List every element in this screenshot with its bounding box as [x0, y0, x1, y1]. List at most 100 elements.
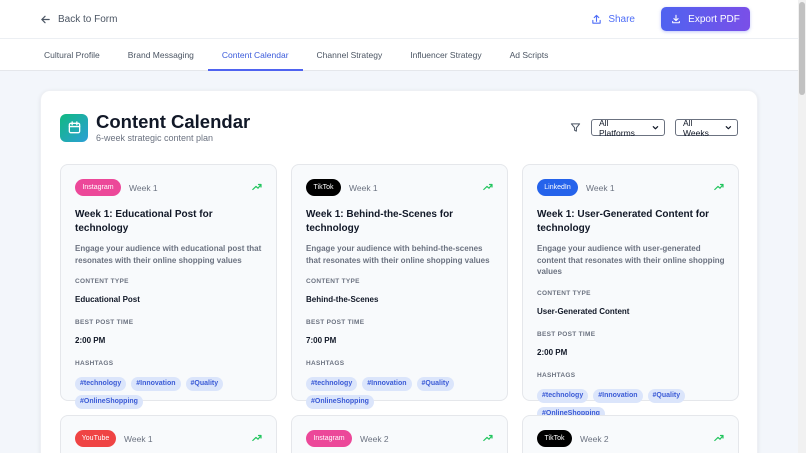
page-scrollbar[interactable] [798, 0, 806, 453]
hashtag-chip: #OnlineShopping [306, 395, 374, 409]
post-time-value: 7:00 PM [306, 336, 337, 345]
tab-bar: Cultural Profile Brand Messaging Content… [0, 38, 798, 71]
tab-influencer-strategy[interactable]: Influencer Strategy [396, 39, 495, 70]
hashtags-label: HASHTAGS [306, 360, 345, 367]
panel-subtitle: 6-week strategic content plan [96, 133, 214, 143]
chevron-down-icon [725, 126, 732, 130]
back-to-form-link[interactable]: Back to Form [40, 14, 117, 25]
card-meta: YouTube Week 1 [75, 430, 153, 447]
calendar-card: Instagram Week 2 [291, 415, 508, 453]
card-description: Engage your audience with user-generated… [537, 244, 725, 276]
calendar-card: TikTok Week 1 Week 1: Behind-the-Scenes … [291, 164, 508, 409]
card-description: Engage your audience with behind-the-sce… [306, 244, 490, 265]
post-time-label: BEST POST TIME [306, 319, 365, 326]
share-button[interactable]: Share [591, 14, 635, 25]
content-type-label: CONTENT TYPE [537, 289, 591, 297]
chevron-down-icon [652, 126, 659, 130]
week-label: Week 2 [360, 433, 389, 444]
hashtag-list: #technology #Innovation #Quality #Online… [306, 377, 496, 409]
week-filter-value: All Weeks [683, 117, 709, 138]
platform-badge: TikTok [537, 430, 572, 447]
card-meta: TikTok Week 1 [306, 179, 378, 196]
week-label: Week 1 [586, 182, 615, 193]
trending-up-icon [483, 183, 493, 191]
export-label: Export PDF [688, 13, 740, 25]
post-time-label: BEST POST TIME [75, 319, 134, 326]
panel-heading-text: Content Calendar 6-week strategic conten… [96, 112, 250, 144]
content-type-value: User-Generated Content [537, 306, 630, 316]
hashtag-chip: #Quality [185, 377, 224, 391]
share-label: Share [608, 13, 635, 25]
week-filter-select[interactable]: All Weeks [675, 117, 738, 138]
week-label: Week 1 [349, 182, 378, 193]
tab-ad-scripts[interactable]: Ad Scripts [496, 39, 563, 70]
hashtag-chip: #Innovation [131, 377, 181, 391]
card-title: Week 1: Behind-the-Scenes for technology [306, 209, 454, 234]
hashtag-chip: #Quality [647, 388, 686, 403]
tab-cultural-profile[interactable]: Cultural Profile [30, 39, 114, 70]
trending-up-icon [252, 434, 262, 442]
platform-badge: YouTube [75, 430, 116, 447]
tab-content-calendar[interactable]: Content Calendar [207, 39, 303, 71]
trending-up-icon [714, 434, 724, 442]
arrow-left-icon [41, 15, 50, 23]
calendar-card: YouTube Week 1 [60, 415, 277, 453]
week-label: Week 1 [129, 182, 158, 193]
trending-up-icon [483, 434, 493, 442]
tab-brand-messaging[interactable]: Brand Messaging [114, 39, 208, 70]
hashtag-chip: #OnlineShopping [75, 395, 143, 409]
back-label: Back to Form [58, 13, 118, 25]
calendar-card: LinkedIn Week 1 Week 1: User-Generated C… [522, 164, 739, 421]
scrollbar-thumb[interactable] [799, 2, 805, 95]
hashtag-chip: #Innovation [593, 388, 643, 403]
week-label: Week 2 [580, 433, 609, 444]
card-title: Week 1: Educational Post for technology [75, 209, 213, 234]
platform-badge: TikTok [306, 179, 341, 196]
hashtags-label: HASHTAGS [537, 371, 576, 379]
hashtag-chip: #Quality [416, 377, 455, 391]
card-meta: LinkedIn Week 1 [537, 179, 615, 196]
hashtag-chip: #Innovation [362, 377, 412, 391]
panel-header: Content Calendar 6-week strategic conten… [60, 112, 250, 143]
calendar-badge [60, 113, 88, 142]
card-meta: Instagram Week 1 [75, 179, 158, 196]
card-body: Week 1: Educational Post for technology … [75, 208, 265, 409]
hashtag-list: #technology #Innovation #Quality #Online… [75, 377, 265, 409]
calendar-icon [68, 121, 80, 134]
card-title: Week 1: User-Generated Content for techn… [537, 209, 710, 234]
card-description: Engage your audience with educational po… [75, 244, 262, 265]
card-body: Week 1: Behind-the-Scenes for technology… [306, 208, 496, 409]
card-body: Week 1: User-Generated Content for techn… [537, 208, 727, 421]
platform-badge: Instagram [75, 179, 121, 196]
platform-filter-select[interactable]: All Platforms [591, 117, 665, 138]
filter-icon[interactable] [570, 122, 581, 133]
calendar-card: TikTok Week 2 [522, 415, 739, 453]
top-actions: Share Export PDF [591, 7, 750, 31]
post-time-value: 2:00 PM [537, 347, 568, 357]
export-pdf-button[interactable]: Export PDF [661, 7, 750, 31]
content-type-label: CONTENT TYPE [75, 278, 129, 285]
top-bar: Back to Form Share Export PDF [0, 0, 798, 38]
card-meta: TikTok Week 2 [537, 430, 609, 447]
content-calendar-panel: Content Calendar 6-week strategic conten… [40, 90, 758, 453]
trending-up-icon [714, 183, 724, 191]
share-icon [592, 14, 602, 24]
platform-badge: Instagram [306, 430, 352, 447]
hashtag-chip: #technology [537, 388, 589, 403]
post-time-label: BEST POST TIME [537, 330, 596, 338]
trending-up-icon [252, 183, 262, 191]
platform-filter-value: All Platforms [599, 117, 635, 138]
filters: All Platforms All Weeks [570, 117, 738, 138]
calendar-card: Instagram Week 1 Week 1: Educational Pos… [60, 164, 277, 409]
hashtag-chip: #technology [75, 377, 127, 391]
tab-channel-strategy[interactable]: Channel Strategy [303, 39, 397, 70]
card-meta: Instagram Week 2 [306, 430, 389, 447]
post-time-value: 2:00 PM [75, 336, 106, 345]
download-icon [672, 14, 681, 24]
content-type-label: CONTENT TYPE [306, 278, 360, 285]
week-label: Week 1 [124, 433, 153, 444]
hashtags-label: HASHTAGS [75, 360, 114, 367]
content-type-value: Educational Post [75, 295, 140, 304]
platform-badge: LinkedIn [537, 179, 578, 196]
content-type-value: Behind-the-Scenes [306, 295, 379, 304]
